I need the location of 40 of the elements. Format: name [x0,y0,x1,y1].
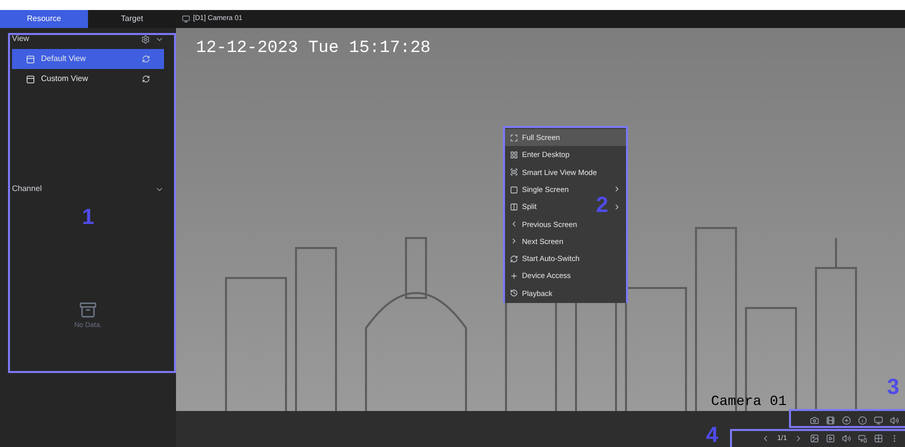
settings-icon[interactable] [141,34,150,44]
film-icon[interactable] [826,416,835,425]
play-frame-icon[interactable] [826,434,835,443]
camera-label: Camera 01 [711,393,787,411]
annotation-number: 1 [82,206,94,228]
section-title: Channel [12,183,42,195]
screens-icon[interactable] [858,434,867,443]
annotation-number: 3 [887,376,900,398]
plus-icon [510,272,518,280]
grid-icon[interactable] [874,434,883,443]
monitor-icon[interactable] [874,416,883,425]
monitor-icon [182,15,190,23]
square-icon [510,186,518,194]
view-item[interactable]: Default View [12,49,164,69]
tab[interactable]: Resource [0,10,88,28]
annotation-number: 4 [706,424,718,446]
view-icon [26,54,35,64]
refresh-icon [510,254,518,263]
corners-icon [510,134,518,142]
columns-icon [510,202,518,211]
section-title: View [12,33,30,45]
speaker-icon[interactable] [890,416,899,425]
grid-icon [510,150,518,159]
annotation-number: 2 [596,194,608,216]
history-icon [510,289,518,298]
view-icon [26,74,35,84]
refresh-icon[interactable] [142,75,150,83]
chevron-right-icon [510,237,518,246]
next-page-icon[interactable] [794,434,803,443]
timestamp: 12-12-2023 Tue 15:17:28 [196,38,431,60]
empty-box-icon [79,301,97,319]
eye-frame-icon [510,168,518,176]
chevron-left-icon [510,220,518,228]
image-icon[interactable] [810,434,819,443]
view-item[interactable]: Custom View [12,69,164,89]
camera-icon[interactable] [810,416,819,425]
info-icon[interactable] [858,416,867,425]
speaker-icon[interactable] [842,434,851,443]
zoom-icon[interactable] [842,416,851,425]
tab[interactable]: Target [88,10,176,28]
